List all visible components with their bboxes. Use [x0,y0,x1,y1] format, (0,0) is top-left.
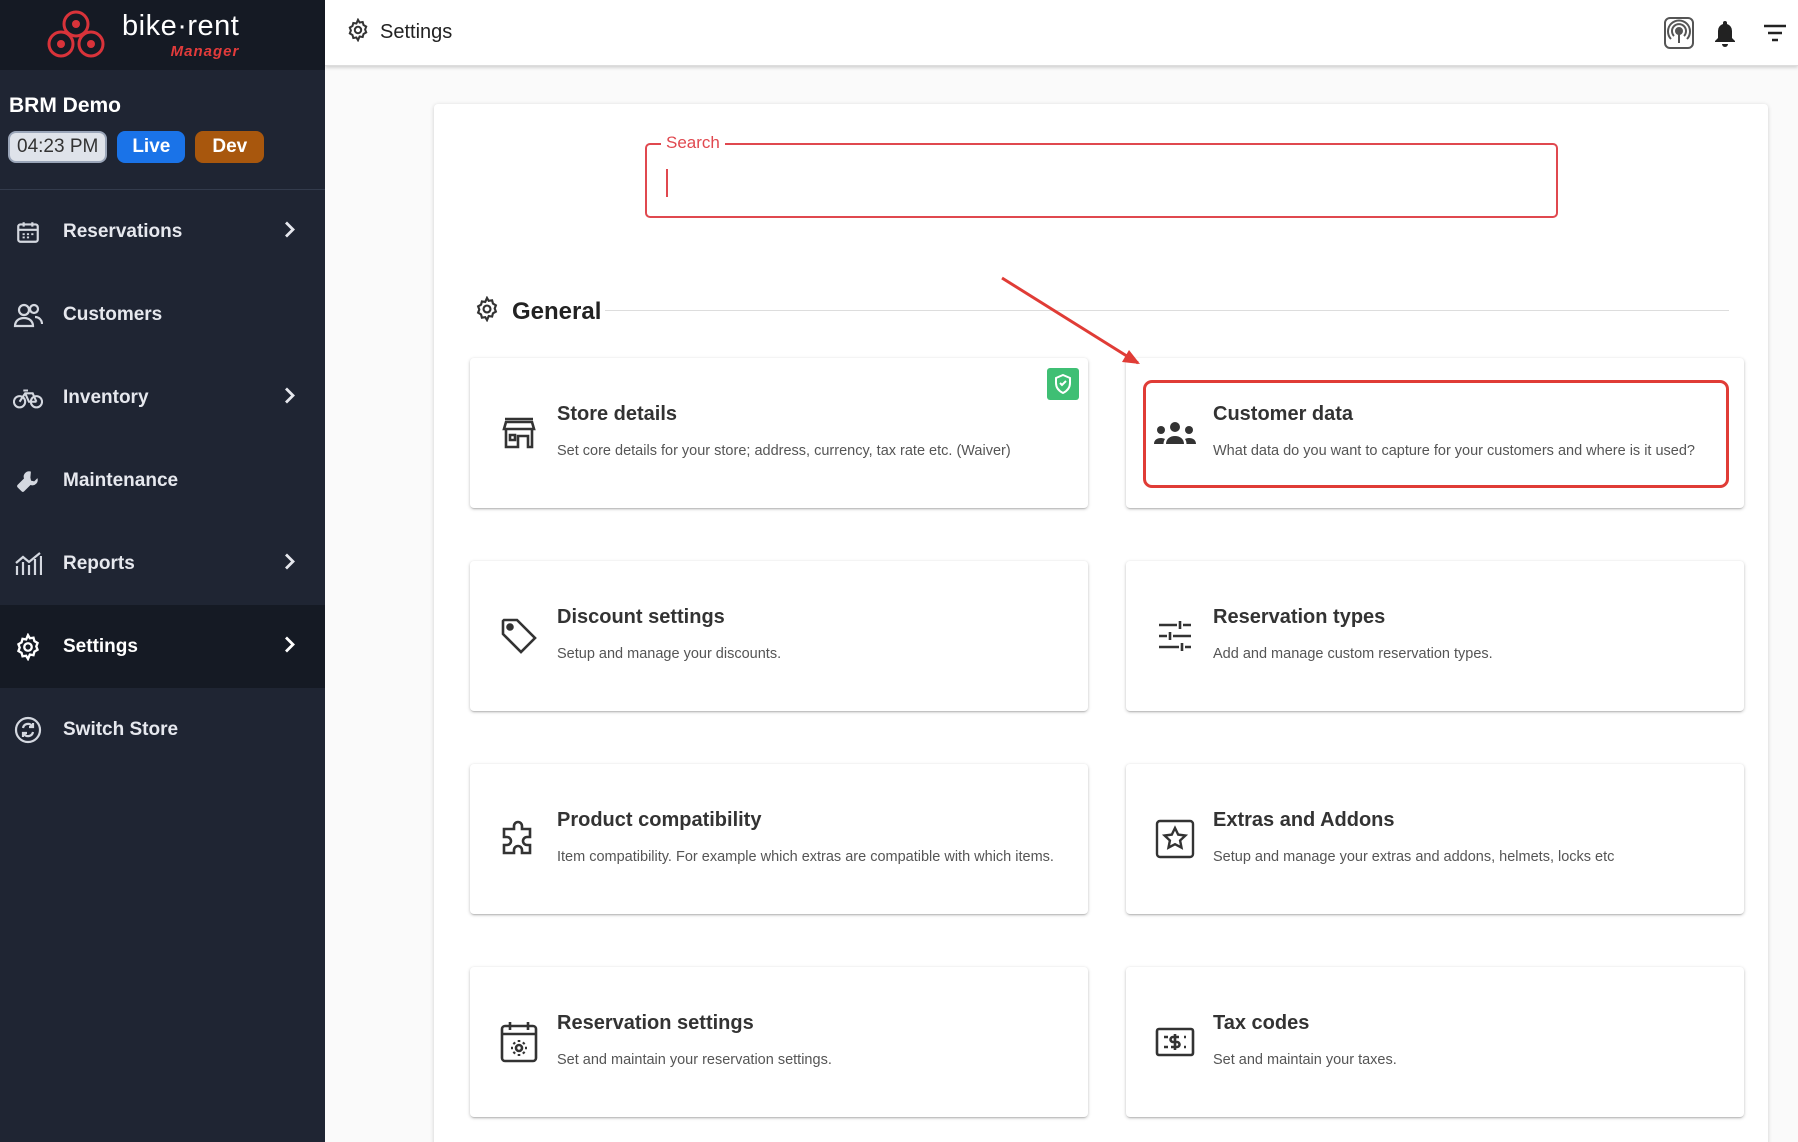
live-badge[interactable]: Live [117,131,186,163]
sidebar-item-label: Customers [63,303,163,325]
calendar-icon [13,217,43,247]
section-divider [605,310,1729,311]
sidebar-item-label: Switch Store [63,718,179,740]
card-title: Product compatibility [557,808,762,831]
search-input[interactable] [661,163,1531,199]
sidebar-item-maintenance[interactable]: Maintenance [0,439,325,522]
card-product-compatibility[interactable]: Product compatibility Item compatibility… [470,764,1088,914]
sidebar-item-label: Reports [63,552,135,574]
gear-icon [346,17,370,47]
card-customer-data[interactable]: Customer data What data do you want to c… [1126,358,1744,508]
search-field[interactable]: Search [645,133,1558,218]
sidebar-item-label: Settings [63,635,138,657]
dev-badge[interactable]: Dev [195,131,265,163]
card-description: Item compatibility. For example which ex… [557,848,1054,865]
shield-icon [1047,368,1079,400]
settings-panel: Search General Store details Set core de… [434,104,1768,1142]
store-icon [497,411,541,455]
chevron-right-icon [283,219,297,244]
sidebar-item-reservations[interactable]: Reservations [0,190,325,273]
sidebar-item-label: Reservations [63,220,183,242]
sidebar-item-label: Inventory [63,386,149,408]
sidebar-nav: Reservations Customers Inventory Mainten… [0,190,325,771]
search-label: Search [661,133,725,153]
sidebar-item-label: Maintenance [63,469,179,491]
gear-icon [474,295,500,327]
chevron-right-icon [283,385,297,410]
card-reservation-types[interactable]: Reservation types Add and manage custom … [1126,561,1744,711]
card-description: Set core details for your store; address… [557,442,1011,459]
card-extras-addons[interactable]: Extras and Addons Setup and manage your … [1126,764,1744,914]
store-name: BRM Demo [9,94,122,117]
card-description: Setup and manage your discounts. [557,645,782,662]
chevron-right-icon [283,634,297,659]
card-reservation-settings[interactable]: Reservation settings Set and maintain yo… [470,967,1088,1117]
sidebar-item-inventory[interactable]: Inventory [0,356,325,439]
star-box-icon [1153,817,1197,861]
sidebar-item-customers[interactable]: Customers [0,273,325,356]
switch-icon [13,715,43,745]
card-discount-settings[interactable]: Discount settings Setup and manage your … [470,561,1088,711]
filter-menu-icon[interactable] [1752,10,1798,56]
text-cursor [666,169,668,197]
nfc-reader-button[interactable] [1656,10,1702,56]
bike-icon [13,383,43,413]
people-icon [13,300,43,330]
logo[interactable]: bike·rent Manager [0,0,325,70]
tax-icon [1153,1020,1197,1064]
card-store-details[interactable]: Store details Set core details for your … [470,358,1088,508]
card-description: Add and manage custom reservation types. [1213,645,1493,662]
card-title: Extras and Addons [1213,808,1395,831]
card-title: Reservation types [1213,605,1386,628]
card-title: Tax codes [1213,1011,1310,1034]
tag-icon [497,614,541,658]
card-tax-codes[interactable]: Tax codes Set and maintain your taxes. [1126,967,1744,1117]
sidebar-item-switch-store[interactable]: Switch Store [0,688,325,771]
logo-subtitle: Manager [170,42,240,60]
card-title: Customer data [1213,402,1354,425]
card-description: Set and maintain your reservation settin… [557,1051,832,1068]
wrench-icon [13,466,43,496]
logo-mark-icon [44,9,108,61]
calendar-gear-icon [497,1020,541,1064]
card-description: What data do you want to capture for you… [1213,442,1695,459]
section-title: General [512,297,602,325]
group-icon [1153,411,1197,455]
card-title: Store details [557,402,678,425]
card-title: Reservation settings [557,1011,754,1034]
card-title: Discount settings [557,605,725,628]
sidebar-item-settings[interactable]: Settings [0,605,325,688]
chart-icon [13,549,43,579]
sidebar-item-reports[interactable]: Reports [0,522,325,605]
puzzle-icon [497,817,541,861]
card-description: Setup and manage your extras and addons,… [1213,848,1615,865]
bell-icon[interactable] [1702,10,1748,56]
sidebar: bike·rent Manager BRM Demo 04:23 PM Live… [0,0,325,1142]
tune-icon [1153,614,1197,658]
card-description: Set and maintain your taxes. [1213,1051,1397,1068]
page-title: Settings [380,21,453,43]
chevron-right-icon [283,551,297,576]
logo-text: bike·rent [122,9,240,42]
clock-badge: 04:23 PM [8,131,108,163]
gear-icon [13,632,43,662]
top-bar: Settings [325,0,1798,66]
